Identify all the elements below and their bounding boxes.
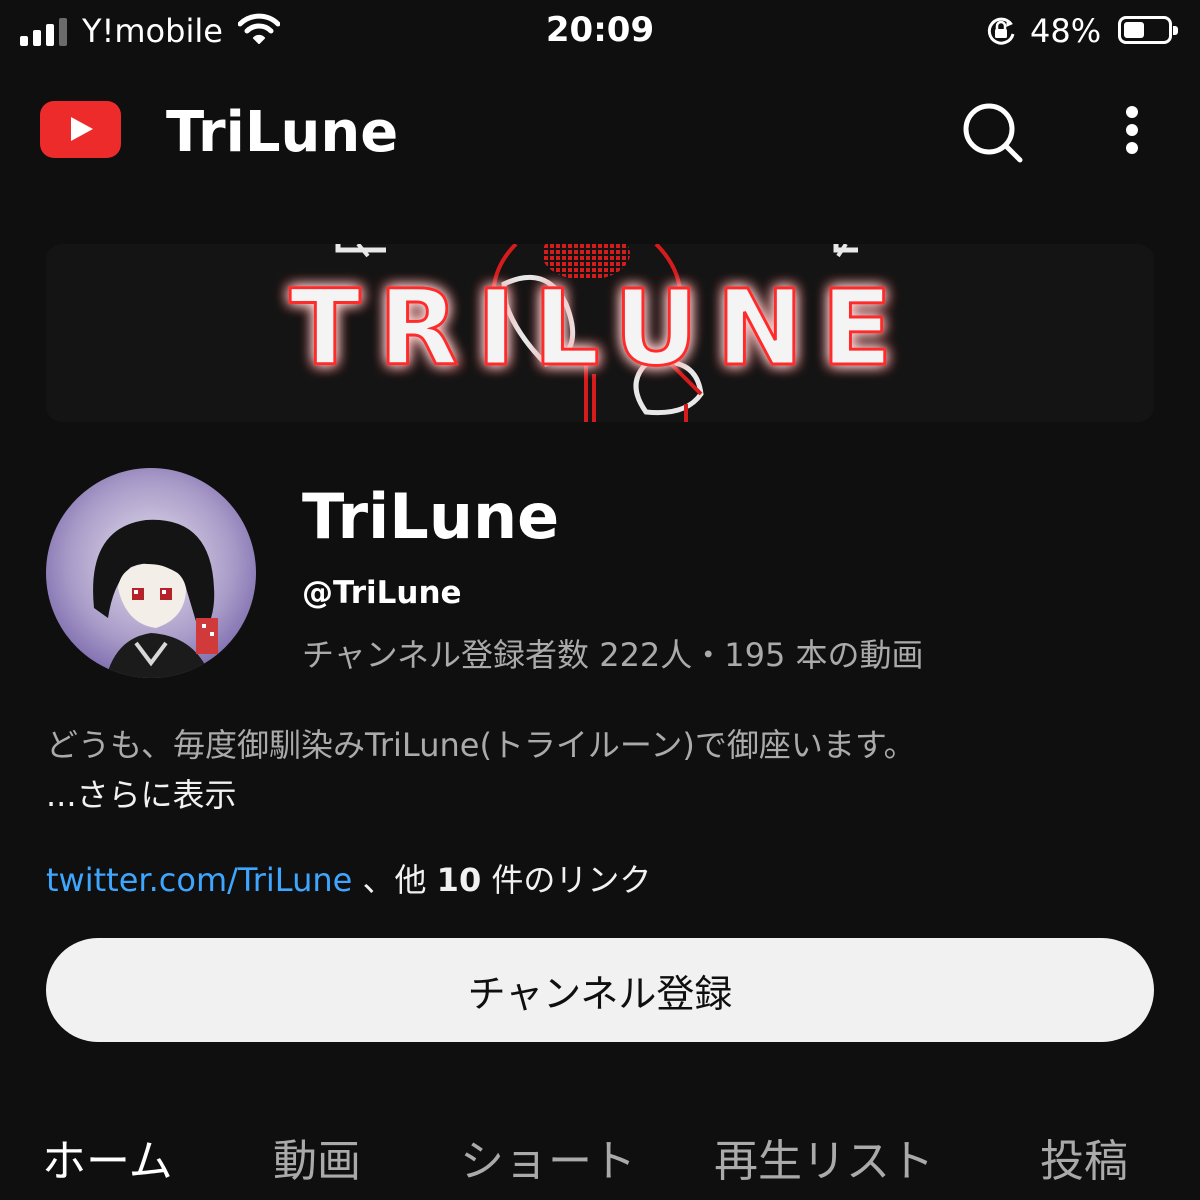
banner-title: TRILUNE [290,267,911,389]
channel-links: twitter.com/TriLune 、他 10 件のリンク [46,855,651,901]
status-time: 20:09 [545,10,655,50]
links-suffix[interactable]: 件のリンク [481,861,651,899]
youtube-channel-screen: Y!mobile 20:09 48% TriLune TRILUNE TriLu… [0,0,1200,1200]
channel-handle: @TriLune [302,575,462,611]
more-options-button[interactable] [1110,100,1154,170]
banner-artwork: TRILUNE [46,244,1154,422]
more-vertical-icon [1126,106,1138,154]
avatar-image [46,468,256,678]
tab-shorts[interactable]: ショート [460,1125,636,1189]
app-bar: TriLune [0,80,1200,180]
search-button[interactable] [958,98,1028,168]
battery-percent: 48% [1030,12,1102,50]
subscribe-button[interactable]: チャンネル登録 [46,938,1154,1042]
channel-tabs: ホーム 動画 ショート 再生リスト 投稿 [0,1125,1200,1200]
channel-avatar[interactable] [46,468,256,678]
links-separator: 、他 [352,861,437,899]
tab-playlists[interactable]: 再生リスト [714,1125,934,1189]
orientation-lock-icon [987,17,1015,45]
app-bar-title: TriLune [166,100,399,165]
twitter-link[interactable]: twitter.com/TriLune [46,861,352,899]
channel-banner: TRILUNE [46,244,1154,422]
tab-videos[interactable]: 動画 [273,1125,361,1189]
status-bar: Y!mobile 20:09 48% [0,0,1200,64]
channel-name: TriLune [302,480,560,553]
battery-icon [1118,16,1178,44]
youtube-logo-icon[interactable] [40,101,121,158]
channel-stats: チャンネル登録者数 222人・195 本の動画 [302,636,924,674]
tab-posts[interactable]: 投稿 [1040,1125,1128,1189]
search-icon [963,103,1023,163]
tab-home[interactable]: ホーム [42,1125,173,1189]
links-count[interactable]: 10 [437,861,482,899]
channel-description[interactable]: どうも、毎度御馴染みTriLune(トライルーン)で御座います。 [46,720,916,766]
show-more-link[interactable]: ...さらに表示 [46,770,237,816]
